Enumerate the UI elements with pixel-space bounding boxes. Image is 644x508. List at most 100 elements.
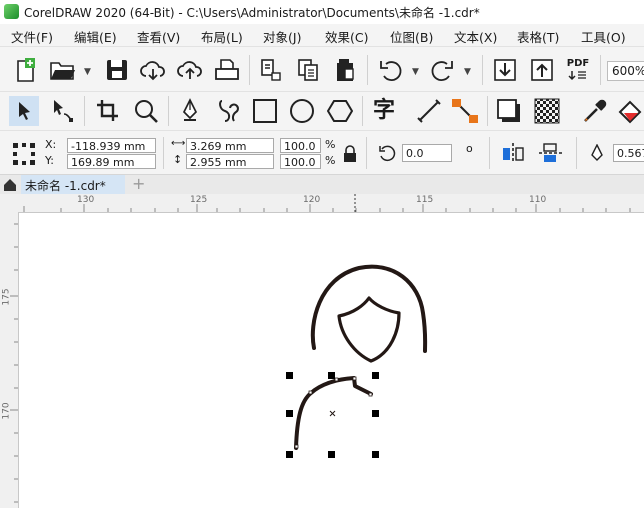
v-tick-label: 170 (1, 402, 12, 420)
menu-view[interactable]: 查看(V) (137, 27, 180, 46)
rectangle-tool-icon[interactable] (250, 96, 280, 126)
fill-tool-icon[interactable] (615, 96, 644, 126)
outline-pen-icon (590, 143, 604, 165)
polygon-tool-icon[interactable] (325, 96, 355, 126)
menu-edit[interactable]: 编辑(E) (74, 27, 117, 46)
open-dropdown-icon[interactable]: ▼ (84, 67, 91, 77)
add-document-icon[interactable]: + (132, 174, 145, 193)
toolbar-separator (163, 137, 164, 169)
toolbar-separator (576, 137, 577, 169)
menu-object[interactable]: 对象(J) (263, 27, 301, 46)
scale-y-input[interactable]: 100.0 (280, 154, 321, 169)
rotation-icon (378, 144, 396, 165)
horizontal-ruler-ticks (23, 194, 631, 212)
menu-layout[interactable]: 布局(L) (201, 27, 243, 46)
degree-symbol: o (466, 142, 473, 155)
ellipse-tool-icon[interactable] (287, 96, 317, 126)
print-icon[interactable] (212, 55, 242, 85)
toolbar-separator (168, 96, 169, 126)
copy-icon[interactable] (293, 55, 323, 85)
pdf-label: PDF (566, 58, 590, 69)
drop-shadow-icon[interactable] (494, 96, 524, 126)
new-document-icon[interactable] (11, 55, 41, 85)
vertical-ruler-ticks (10, 223, 18, 503)
cloud-upload-icon[interactable] (175, 55, 205, 85)
eyedropper-icon[interactable] (580, 96, 610, 126)
scale-x-percent: % (325, 138, 336, 151)
toolbar-separator (489, 137, 490, 169)
mirror-horizontal-icon[interactable] (500, 142, 526, 167)
mirror-vertical-icon[interactable] (538, 142, 564, 167)
document-tab-label: 未命名 -1.cdr* (25, 179, 106, 193)
h-tick-label: 120 (303, 195, 321, 205)
x-position-input[interactable]: -118.939 mm (67, 138, 156, 153)
hair-outline-path (310, 264, 428, 353)
selection-center-marker (329, 410, 336, 417)
export-icon[interactable] (527, 55, 557, 85)
standard-toolbar: ▼ ▼ ▼ PDF 600% (0, 46, 644, 91)
width-input[interactable]: 3.269 mm (186, 138, 274, 153)
pick-tool-icon[interactable] (9, 96, 39, 126)
redo-icon[interactable] (427, 55, 457, 85)
height-icon: ↕ (173, 153, 183, 166)
vertical-ruler: 175 170 (0, 212, 19, 508)
width-icon: ⟷ (171, 138, 186, 149)
undo-dropdown-icon[interactable]: ▼ (412, 67, 419, 77)
clipboard-icon[interactable] (330, 55, 360, 85)
h-tick-label: 110 (529, 195, 547, 205)
face-outline-path (337, 296, 401, 363)
menu-text[interactable]: 文本(X) (454, 27, 497, 46)
h-tick-label: 125 (190, 195, 208, 205)
coreldraw-logo-icon (4, 4, 19, 19)
menu-file[interactable]: 文件(F) (11, 27, 53, 46)
menu-table[interactable]: 表格(T) (517, 27, 559, 46)
connector-tool-icon[interactable] (450, 96, 480, 126)
shape-tool-icon[interactable] (48, 96, 78, 126)
lock-ratio-icon[interactable] (342, 145, 358, 166)
artistic-media-icon[interactable] (213, 96, 243, 126)
property-bar: X: -118.939 mm Y: 169.89 mm ⟷ 3.269 mm ↕… (0, 130, 644, 175)
object-origin-icon[interactable] (12, 142, 36, 169)
drawing-canvas[interactable] (19, 213, 644, 508)
toolbar-separator (84, 96, 85, 126)
pen-tool-icon[interactable] (175, 96, 205, 126)
zoom-level-input[interactable]: 600% (607, 61, 644, 81)
dimension-tool-icon[interactable] (414, 96, 444, 126)
undo-icon[interactable] (376, 55, 406, 85)
horizontal-ruler: 130 125 120 115 110 (0, 194, 644, 213)
toolbar-separator (366, 137, 367, 169)
window-title: CorelDRAW 2020 (64-Bit) - C:\Users\Admin… (24, 6, 480, 20)
scale-x-input[interactable]: 100.0 (280, 138, 321, 153)
outline-width-input[interactable]: 0.567 (613, 144, 644, 162)
cloud-download-icon[interactable] (138, 55, 168, 85)
toolbar-separator (482, 55, 483, 85)
x-label: X: (45, 138, 57, 151)
export-pdf-icon[interactable]: PDF (563, 55, 593, 85)
h-tick-label: 130 (77, 195, 95, 205)
document-tab[interactable]: 未命名 -1.cdr* (21, 175, 125, 194)
menu-effects[interactable]: 效果(C) (325, 27, 368, 46)
toolbar-separator (249, 55, 250, 85)
menu-tools[interactable]: 工具(O) (581, 27, 626, 46)
paste-special-icon[interactable] (256, 55, 286, 85)
open-folder-icon[interactable] (48, 55, 78, 85)
home-icon[interactable] (3, 178, 17, 195)
crop-tool-icon[interactable] (93, 96, 123, 126)
menu-bitmaps[interactable]: 位图(B) (390, 27, 433, 46)
height-input[interactable]: 2.955 mm (186, 154, 274, 169)
toolbox: 字 (0, 91, 644, 130)
zoom-tool-icon[interactable] (131, 96, 161, 126)
toolbar-separator (600, 55, 601, 85)
text-tool-icon[interactable]: 字 (369, 96, 399, 126)
save-icon[interactable] (102, 55, 132, 85)
import-icon[interactable] (490, 55, 520, 85)
y-position-input[interactable]: 169.89 mm (67, 154, 156, 169)
v-tick-label: 175 (1, 288, 12, 306)
rotation-input[interactable]: 0.0 (402, 144, 452, 162)
y-label: Y: (45, 154, 54, 167)
menu-bar: 文件(F) 编辑(E) 查看(V) 布局(L) 对象(J) 效果(C) 位图(B… (0, 24, 644, 46)
redo-dropdown-icon[interactable]: ▼ (464, 67, 471, 77)
toolbar-separator (362, 96, 363, 126)
toolbar-separator (367, 55, 368, 85)
transparency-icon[interactable] (532, 96, 562, 126)
